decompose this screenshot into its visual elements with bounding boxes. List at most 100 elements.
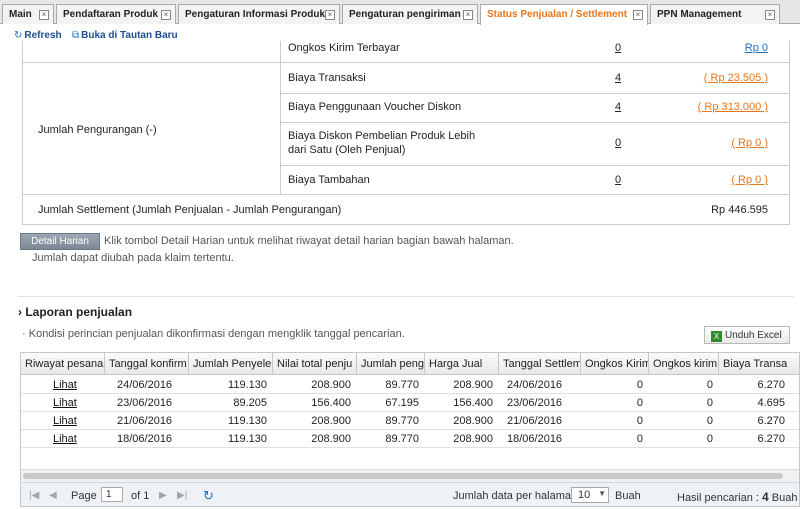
close-icon[interactable]: × (463, 10, 473, 20)
tab-label: Pengaturan Informasi Produk (185, 9, 326, 20)
first-page-icon[interactable]: |◀ (29, 490, 39, 501)
table-cell: 0 (636, 433, 643, 445)
horizontal-scrollbar[interactable] (21, 469, 799, 482)
divider (22, 194, 789, 195)
table-cell: 208.900 (311, 433, 351, 445)
table-cell: 208.900 (453, 415, 493, 427)
amount-link[interactable]: Rp 0 (690, 42, 768, 54)
close-icon[interactable]: × (161, 10, 171, 20)
table-cell: 4.695 (757, 397, 785, 409)
tab-status-penjualan[interactable]: Status Penjualan / Settlement × (480, 4, 648, 25)
table-cell: 6.270 (757, 379, 785, 391)
per-page-value: 10 (578, 489, 591, 501)
grid-header: Riwayat pesana Tanggal konfirm Jumlah Pe… (21, 353, 799, 375)
column-header[interactable]: Ongkos Kirim (581, 353, 649, 375)
close-icon[interactable]: × (633, 10, 643, 20)
row-label: dari Satu (Oleh Penjual) (288, 144, 406, 156)
column-header[interactable]: Jumlah peng (357, 353, 425, 375)
divider (280, 165, 789, 166)
download-excel-button[interactable]: X Unduh Excel (704, 326, 790, 344)
pagination-bar: |◀ ◀ Page 1 of 1 ▶ ▶| ↻ Jumlah data per … (21, 482, 799, 506)
sales-report-grid: Riwayat pesana Tanggal konfirm Jumlah Pe… (20, 352, 800, 507)
table-cell: 119.130 (228, 415, 267, 427)
column-header[interactable]: Biaya Transa (719, 353, 799, 375)
amount-link[interactable]: ( Rp 313.000 ) (660, 101, 768, 113)
row-label: Biaya Penggunaan Voucher Diskon (288, 101, 462, 113)
table-row: Lihat 24/06/2016 119.130 208.900 89.770 … (21, 376, 799, 394)
close-icon[interactable]: × (325, 10, 335, 20)
table-cell: 119.130 (228, 433, 267, 445)
amount-link[interactable]: ( Rp 23.505 ) (660, 72, 768, 84)
group-label: Jumlah Pengurangan (-) (38, 124, 157, 136)
column-header[interactable]: Nilai total penju (273, 353, 357, 375)
tab-pendaftaran-produk[interactable]: Pendaftaran Produk × (56, 4, 176, 24)
tab-ppn-management[interactable]: PPN Management × (650, 4, 780, 24)
table-cell: 208.900 (453, 379, 493, 391)
table-cell: 156.400 (453, 397, 493, 409)
row-label: Biaya Transaksi (288, 72, 366, 84)
per-page-select[interactable]: 10 ▼ (571, 487, 609, 503)
table-cell: 0 (706, 397, 713, 409)
close-icon[interactable]: × (39, 10, 49, 20)
count-link[interactable]: 4 (615, 72, 621, 84)
column-header[interactable]: Harga Jual (425, 353, 499, 375)
view-order-link[interactable]: Lihat (53, 397, 77, 409)
chevron-down-icon: ▼ (598, 489, 606, 498)
amount-link[interactable]: ( Rp 0 ) (660, 174, 768, 186)
settlement-value: Rp 446.595 (711, 204, 768, 216)
table-cell: 119.130 (228, 379, 267, 391)
table-cell: 89.205 (233, 397, 267, 409)
column-header[interactable]: Tanggal Settlem (499, 353, 581, 375)
view-order-link[interactable]: Lihat (53, 415, 77, 427)
divider (280, 41, 281, 195)
view-order-link[interactable]: Lihat (53, 379, 77, 391)
table-row: Lihat 18/06/2016 119.130 208.900 89.770 … (21, 430, 799, 448)
column-header[interactable]: Ongkos kirim (649, 353, 719, 375)
column-header[interactable]: Riwayat pesana (21, 353, 105, 375)
open-new-tab-link[interactable]: ⧉ Buka di Tautan Baru (72, 30, 178, 41)
next-page-icon[interactable]: ▶ (159, 490, 167, 501)
open-new-label: Buka di Tautan Baru (81, 30, 178, 41)
table-cell: 23/06/2016 (117, 397, 173, 409)
divider (789, 41, 790, 225)
result-unit: Buah (771, 492, 798, 504)
table-cell: 0 (636, 415, 643, 427)
column-header[interactable]: Tanggal konfirm (105, 353, 189, 375)
amount-link[interactable]: ( Rp 0 ) (660, 137, 768, 149)
report-desc: · Kondisi perincian penjualan dikonfirma… (22, 328, 405, 340)
refresh-link[interactable]: ↻ Refresh (14, 30, 62, 41)
table-cell: 0 (706, 433, 713, 445)
tab-label: PPN Management (657, 9, 742, 20)
divider (22, 41, 23, 225)
report-desc-text: Kondisi perincian penjualan dikonfirmasi… (28, 328, 405, 340)
row-label: Ongkos Kirim Terbayar (288, 42, 400, 54)
table-cell: 0 (636, 379, 643, 391)
refresh-icon[interactable]: ↻ (203, 488, 214, 504)
refresh-icon: ↻ (14, 30, 23, 41)
last-page-icon[interactable]: ▶| (177, 490, 187, 501)
toolbar: ↻ Refresh ⧉ Buka di Tautan Baru (0, 25, 800, 45)
tab-label: Status Penjualan / Settlement (487, 9, 628, 20)
page-count: of 1 (131, 490, 150, 502)
detail-harian-button[interactable]: Detail Harian (20, 233, 100, 250)
prev-page-icon[interactable]: ◀ (49, 490, 57, 501)
close-icon[interactable]: × (765, 10, 775, 20)
tab-pengaturan-pengiriman[interactable]: Pengaturan pengiriman × (342, 4, 478, 24)
column-header[interactable]: Jumlah Penyele (189, 353, 273, 375)
count-link[interactable]: 0 (615, 137, 621, 149)
excel-label: Unduh Excel (725, 330, 782, 341)
section-title: › Laporan penjualan (18, 305, 132, 319)
table-cell: 0 (706, 379, 713, 391)
table-cell: 89.770 (385, 379, 419, 391)
count-link[interactable]: 0 (615, 42, 621, 54)
view-order-link[interactable]: Lihat (53, 433, 77, 445)
tab-main[interactable]: Main × (2, 4, 54, 24)
scrollbar-thumb[interactable] (23, 473, 783, 479)
tab-pengaturan-informasi-produk[interactable]: Pengaturan Informasi Produk × (178, 4, 340, 24)
page-number-input[interactable]: 1 (101, 487, 123, 502)
table-cell: 67.195 (385, 397, 419, 409)
table-cell: 24/06/2016 (117, 379, 173, 391)
count-link[interactable]: 4 (615, 101, 621, 113)
row-label: Biaya Tambahan (288, 174, 370, 186)
count-link[interactable]: 0 (615, 174, 621, 186)
